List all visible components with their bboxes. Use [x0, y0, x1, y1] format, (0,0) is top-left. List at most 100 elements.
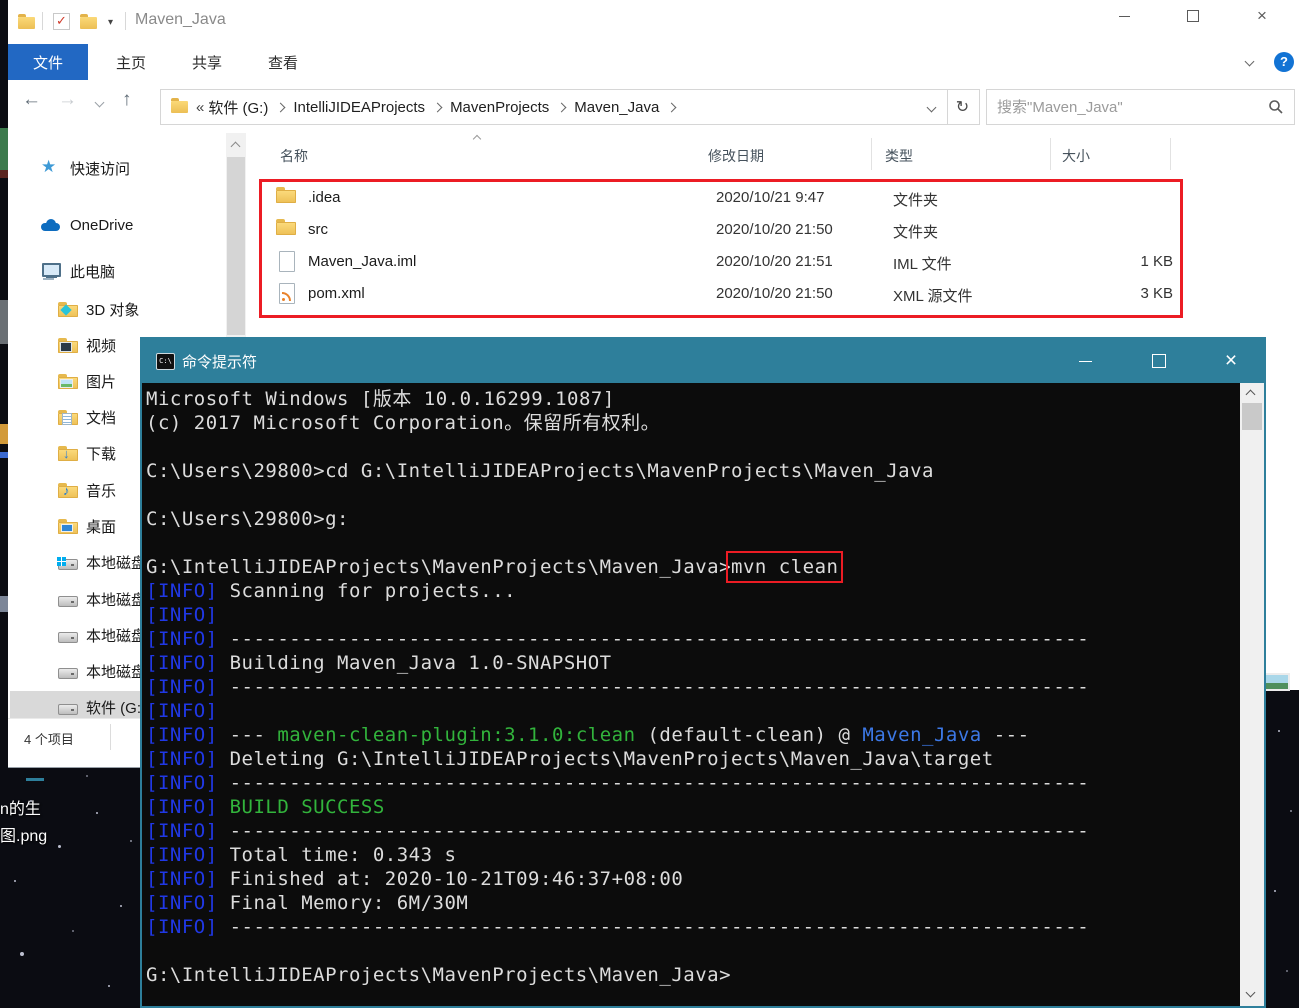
terminal-text: [INFO]: [146, 700, 218, 722]
desktop-edge-fragment: [26, 778, 44, 781]
sidebar-item-label: 图片: [86, 373, 117, 391]
tab-file[interactable]: 文件: [8, 44, 88, 80]
folder-icon[interactable]: [80, 14, 97, 29]
maximize-button[interactable]: [1128, 339, 1190, 383]
column-header-date[interactable]: 修改日期: [708, 146, 764, 166]
desktop-icon-label[interactable]: n的生: [0, 795, 41, 819]
refresh-button[interactable]: ↻: [946, 89, 980, 125]
ribbon-collapse-icon[interactable]: [1244, 56, 1255, 67]
chevron-right-icon[interactable]: [432, 102, 443, 112]
sidebar-item[interactable]: 快速访问: [10, 152, 224, 184]
terminal-line: G:\IntelliJIDEAProjects\MavenProjects\Ma…: [146, 963, 731, 987]
terminal-text: ---: [229, 724, 278, 746]
terminal-line: [INFO]: [146, 699, 218, 723]
sidebar-item-label: 本地磁盘: [86, 627, 147, 645]
highlight-box-files: [259, 179, 1183, 318]
nav-scrollbar-thumb[interactable]: [227, 157, 245, 335]
checkbox-icon[interactable]: ✓: [53, 13, 70, 30]
up-button[interactable]: ↑: [122, 89, 132, 111]
close-button[interactable]: ×: [1200, 339, 1262, 383]
back-button[interactable]: ←: [22, 89, 41, 111]
chevron-right-icon[interactable]: [666, 102, 677, 112]
terminal-text: C:\Users\29800>cd G:\IntelliJIDEAProject…: [146, 460, 934, 482]
terminal-line: [INFO] ---------------------------------…: [146, 915, 1089, 939]
cmd-scrollbar-thumb[interactable]: [1242, 403, 1262, 430]
tab-view[interactable]: 查看: [250, 44, 316, 80]
star: [1274, 890, 1276, 892]
star: [1286, 970, 1288, 972]
chevron-right-icon[interactable]: [275, 102, 286, 112]
desktop-photo-icon[interactable]: [1264, 673, 1290, 691]
history-dropdown-icon[interactable]: [94, 97, 105, 108]
scroll-up-icon[interactable]: [230, 141, 241, 152]
column-divider[interactable]: [871, 138, 872, 170]
minimize-button[interactable]: [1054, 339, 1116, 383]
maximize-button[interactable]: [1170, 0, 1216, 32]
fld-icon: [58, 519, 78, 534]
desktop-icon-label[interactable]: 图.png: [0, 822, 47, 846]
star: [30, 800, 32, 802]
terminal-line: C:\Users\29800>cd G:\IntelliJIDEAProject…: [146, 459, 934, 483]
scroll-up-icon[interactable]: [1245, 389, 1256, 400]
terminal-text: [INFO]: [146, 604, 218, 626]
sidebar-item-label: 下载: [86, 445, 117, 463]
terminal-text: [INFO]: [146, 916, 230, 938]
terminal-line: [INFO] BUILD SUCCESS: [146, 795, 385, 819]
forward-button[interactable]: →: [58, 89, 77, 111]
close-button[interactable]: ×: [1239, 0, 1285, 32]
tab-share[interactable]: 共享: [174, 44, 240, 80]
terminal-text: BUILD SUCCESS: [229, 796, 385, 818]
breadcrumb-item[interactable]: MavenProjects: [450, 99, 549, 116]
terminal-text: ----------------------------------------…: [229, 916, 1090, 938]
explorer-title-bar[interactable]: ✓ ▾ Maven_Java ×: [8, 0, 1299, 44]
column-header-type[interactable]: 类型: [885, 146, 913, 166]
terminal-line: Microsoft Windows [版本 10.0.16299.1087]: [146, 387, 615, 411]
star: [108, 985, 110, 987]
tab-home[interactable]: 主页: [98, 44, 164, 80]
terminal-text: ---: [981, 724, 1030, 746]
sort-ascending-icon: [472, 134, 482, 144]
terminal-text: (default-clean) @: [635, 724, 863, 746]
fld-icon: [58, 483, 78, 498]
terminal-text: [INFO]: [146, 652, 230, 674]
desktop-edge-fragment: [0, 300, 8, 344]
cmd-scrollbar[interactable]: [1240, 383, 1264, 1006]
column-divider[interactable]: [1170, 138, 1171, 170]
search-input[interactable]: [987, 98, 1268, 116]
search-icon[interactable]: [1268, 99, 1284, 115]
terminal-text: [INFO]: [146, 772, 230, 794]
terminal-text: G:\IntelliJIDEAProjects\MavenProjects\Ma…: [146, 964, 732, 986]
terminal-text: [INFO]: [146, 628, 230, 650]
chevron-right-icon[interactable]: [556, 102, 567, 112]
qat-dropdown-icon[interactable]: ▾: [108, 17, 113, 28]
cmd-title-bar[interactable]: C:\ 命令提示符 ×: [142, 339, 1264, 383]
scroll-down-icon[interactable]: [1245, 987, 1256, 998]
column-header-size[interactable]: 大小: [1062, 146, 1090, 166]
address-bar[interactable]: « 软件 (G:) IntelliJIDEAProjects MavenProj…: [160, 89, 948, 125]
column-header-name[interactable]: 名称: [280, 146, 308, 166]
search-box: [986, 89, 1295, 125]
terminal[interactable]: Microsoft Windows [版本 10.0.16299.1087] (c…: [142, 383, 1264, 1006]
terminal-text: Building Maven_Java 1.0-SNAPSHOT: [229, 652, 612, 674]
folder-icon[interactable]: [18, 14, 35, 29]
terminal-text: [INFO]: [146, 844, 230, 866]
terminal-text: C:\Users\29800>g:: [146, 508, 349, 530]
breadcrumb-item[interactable]: 软件 (G:): [208, 97, 268, 118]
window-title: Maven_Java: [135, 11, 226, 28]
terminal-line: [INFO] Total time: 0.343 s: [146, 843, 456, 867]
column-divider[interactable]: [1050, 138, 1051, 170]
breadcrumb-item[interactable]: IntelliJIDEAProjects: [293, 99, 425, 116]
sidebar-item[interactable]: 3D 对象: [10, 293, 224, 325]
sidebar-item[interactable]: OneDrive: [10, 209, 224, 241]
minimize-button[interactable]: [1101, 0, 1147, 32]
help-button[interactable]: ?: [1274, 52, 1294, 72]
breadcrumb-prefix: «: [196, 98, 205, 116]
breadcrumb-item[interactable]: Maven_Java: [574, 99, 659, 116]
terminal-line: [INFO] ---------------------------------…: [146, 771, 1089, 795]
sidebar-item[interactable]: 此电脑: [10, 255, 224, 287]
cmd-icon: C:\: [156, 353, 175, 370]
address-dropdown-icon[interactable]: [926, 102, 937, 112]
terminal-line: [INFO]: [146, 603, 218, 627]
fld-icon: [58, 338, 78, 353]
terminal-text: [INFO]: [146, 796, 230, 818]
